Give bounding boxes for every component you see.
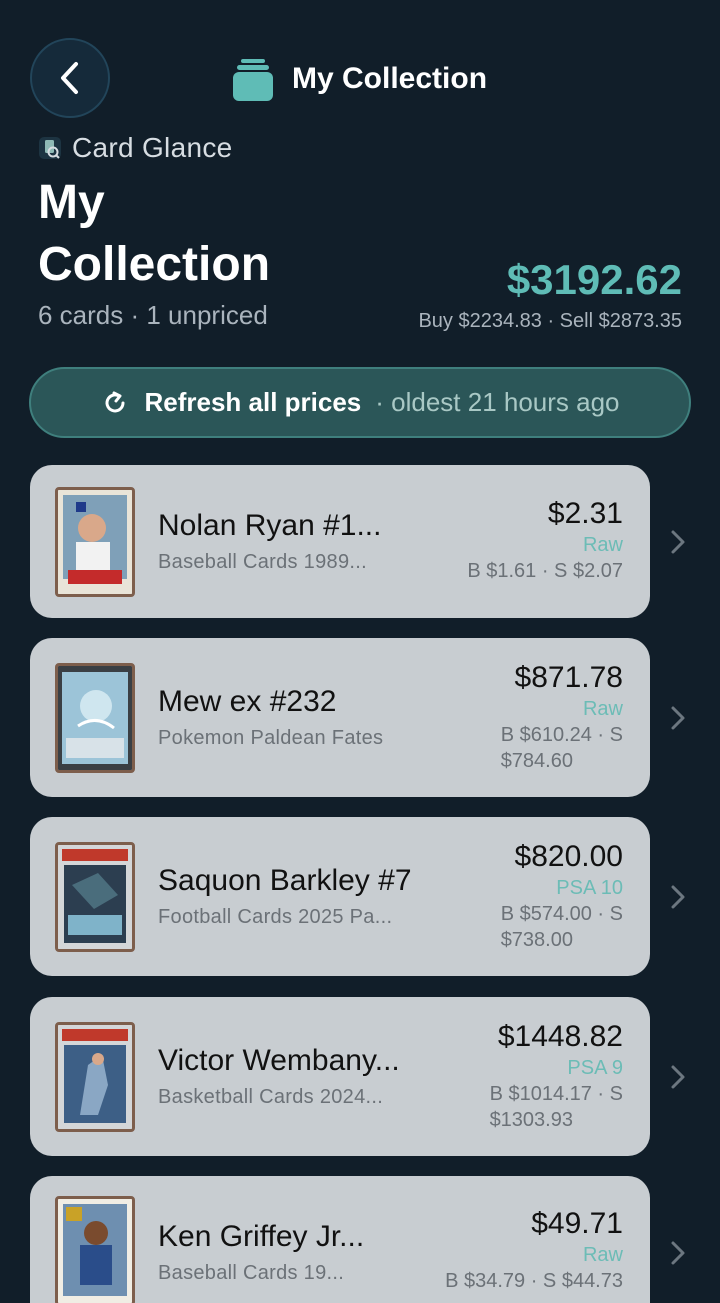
card-stack-icon <box>233 59 273 101</box>
card-price: $49.71 <box>531 1207 623 1240</box>
card-set: Basketball Cards 2024... <box>158 1086 384 1108</box>
card-buy-sell: B $610.24 · S $784.60 <box>501 722 623 774</box>
collection-summary: 6 cards · 1 unpriced <box>38 300 268 330</box>
card-name: Nolan Ryan #1... <box>158 509 382 542</box>
nav-title-group: My Collection <box>232 50 487 108</box>
card-thumbnail <box>55 1022 135 1132</box>
card-grade: PSA 9 <box>567 1057 623 1079</box>
card-name: Mew ex #232 <box>158 685 337 718</box>
card-glance-logo-icon <box>39 137 61 159</box>
page-title: My Collection <box>38 176 271 291</box>
card-set: Baseball Cards 19... <box>158 1262 345 1284</box>
collection-total-value: $3192.62 <box>506 256 682 303</box>
card-thumbnail <box>55 663 135 773</box>
card-price-group: $2.31 Raw B $1.61 · S $2.07 <box>467 497 623 584</box>
card-name: Victor Wembany... <box>158 1044 400 1077</box>
card-grade: Raw <box>582 1244 623 1266</box>
brand-name: Card Glance <box>72 132 233 163</box>
card-buy-sell-line: $784.60 <box>500 750 573 772</box>
card-price-group: $820.00 PSA 10 B $574.00 · S $738.00 <box>501 840 623 953</box>
card-row-saquon-barkley[interactable]: Saquon Barkley #7 Football Cards 2025 Pa… <box>30 817 650 976</box>
collection-buy-sell: Buy $2234.83 · Sell $2873.35 <box>418 310 682 332</box>
card-buy-sell: B $574.00 · S $738.00 <box>501 901 623 953</box>
card-buy-sell-line: $738.00 <box>500 929 573 951</box>
card-set: Baseball Cards 1989... <box>158 551 367 573</box>
card-buy-sell: B $1.61 · S $2.07 <box>467 560 623 582</box>
card-thumbnail <box>55 487 135 597</box>
back-button[interactable] <box>30 38 110 118</box>
card-grade: Raw <box>582 698 623 720</box>
chevron-right-icon <box>671 1065 685 1089</box>
refresh-age: · oldest 21 hours ago <box>375 387 620 417</box>
card-buy-sell-line: B $1014.17 · S <box>489 1083 623 1105</box>
card-buy-sell-line: B $574.00 · S <box>500 903 623 925</box>
card-buy-sell-line: $1303.93 <box>489 1109 573 1131</box>
nav-title: My Collection <box>292 62 488 95</box>
chevron-left-icon <box>61 62 78 94</box>
card-price-group: $871.78 Raw B $610.24 · S $784.60 <box>501 661 623 774</box>
card-price: $820.00 <box>514 840 623 873</box>
refresh-icon <box>105 391 125 412</box>
card-row-victor-wembanyama[interactable]: Victor Wembany... Basketball Cards 2024.… <box>30 997 650 1156</box>
card-price: $1448.82 <box>497 1020 623 1053</box>
brand: Card Glance <box>38 132 233 164</box>
card-row-nolan-ryan[interactable]: Nolan Ryan #1... Baseball Cards 1989... … <box>30 465 650 618</box>
card-set: Pokemon Paldean Fates <box>158 727 384 749</box>
chevron-right-icon <box>671 706 685 730</box>
chevron-right-icon <box>671 1241 685 1265</box>
card-name: Saquon Barkley #7 <box>158 864 412 897</box>
card-name: Ken Griffey Jr... <box>158 1220 365 1253</box>
card-buy-sell-line: B $610.24 · S <box>500 724 623 746</box>
card-price-group: $1448.82 PSA 9 B $1014.17 · S $1303.93 <box>490 1020 623 1133</box>
refresh-label: Refresh all prices <box>144 387 362 417</box>
card-thumbnail <box>55 842 135 952</box>
card-grade: PSA 10 <box>556 877 623 899</box>
card-set: Football Cards 2025 Pa... <box>158 906 393 928</box>
card-buy-sell: B $1014.17 · S $1303.93 <box>490 1081 623 1133</box>
card-row-mew-ex[interactable]: Mew ex #232 Pokemon Paldean Fates $871.7… <box>30 638 650 797</box>
card-price-group: $49.71 Raw B $34.79 · S $44.73 <box>445 1207 623 1294</box>
card-grade: Raw <box>582 534 623 556</box>
chevron-right-icon <box>671 530 685 554</box>
card-price: $2.31 <box>547 497 623 530</box>
card-price: $871.78 <box>514 661 623 694</box>
card-row-ken-griffey-jr[interactable]: Ken Griffey Jr... Baseball Cards 19... $… <box>30 1176 650 1303</box>
chevron-right-icon <box>671 885 685 909</box>
card-buy-sell: B $34.79 · S $44.73 <box>445 1270 623 1292</box>
refresh-prices-button[interactable]: Refresh all prices · oldest 21 hours ago <box>29 367 691 438</box>
card-thumbnail <box>55 1196 135 1303</box>
